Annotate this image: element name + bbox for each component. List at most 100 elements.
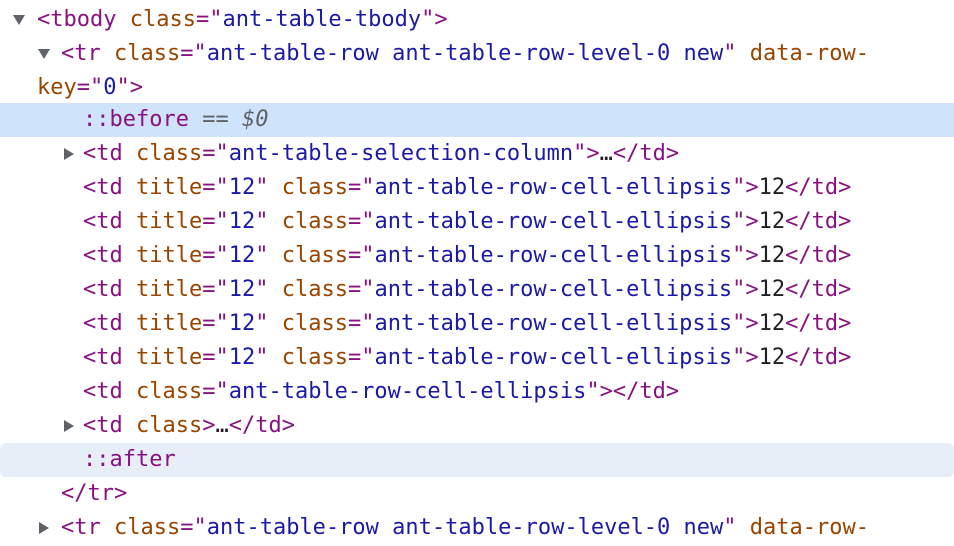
tag-token: " [255, 209, 282, 234]
expand-triangle-right-icon[interactable] [37, 511, 51, 545]
node-markup: <td title="12" class="ant-table-row-cell… [83, 205, 851, 239]
attribute-value: 12 [228, 209, 256, 234]
node-markup: <td title="12" class="ant-table-row-cell… [83, 171, 851, 205]
dom-node-line[interactable]: <td title="12" class="ant-table-row-cell… [0, 307, 954, 341]
expand-triangle-down-icon[interactable] [37, 37, 51, 71]
node-markup: </tr> [61, 477, 127, 511]
node-markup: <td title="12" class="ant-table-row-cell… [83, 307, 851, 341]
tag-token: =" [202, 277, 229, 302]
text-node: … [599, 141, 613, 166]
tag-token: =" [180, 515, 207, 540]
attribute-value: ant-table-selection-column [228, 141, 574, 166]
tag-token: <td [83, 141, 136, 166]
node-markup: <td title="12" class="ant-table-row-cell… [83, 273, 851, 307]
attribute-value: 12 [228, 175, 256, 200]
attribute-name: data-row- [749, 41, 869, 66]
tag-token: <td [83, 413, 136, 438]
tag-token: " [255, 175, 282, 200]
attribute-name: class [129, 7, 196, 32]
tag-token: =" [202, 141, 229, 166]
attribute-value: 12 [228, 311, 256, 336]
attribute-value: 12 [228, 277, 256, 302]
tag-token: =" [347, 277, 375, 302]
dom-node-line[interactable]: <tbody class="ant-table-tbody"> [0, 3, 954, 37]
attribute-name: title [135, 209, 203, 234]
dom-node-line[interactable]: </tr> [0, 477, 954, 511]
attribute-value: ant-table-row ant-table-row-level-0 new [206, 515, 724, 540]
attribute-name: class [281, 311, 348, 336]
attribute-value: ant-table-row-cell-ellipsis [228, 379, 587, 404]
dom-node-line[interactable]: ::after [0, 443, 954, 477]
tag-token: " [255, 243, 282, 268]
tag-token: " [723, 515, 750, 540]
dom-node-line[interactable]: <td title="12" class="ant-table-row-cell… [0, 341, 954, 375]
tag-token: =" [202, 175, 229, 200]
attribute-name: title [135, 345, 203, 370]
pseudo-element: ::before [83, 107, 189, 132]
tag-token: </td> [785, 243, 852, 268]
attribute-name: data-row- [749, 515, 869, 540]
node-markup: <td title="12" class="ant-table-row-cell… [83, 239, 851, 273]
dom-node-line[interactable]: <td class="ant-table-selection-column">…… [0, 137, 954, 171]
tag-token: </td> [785, 345, 852, 370]
tag-token: =" [202, 209, 229, 234]
node-markup: <td class="ant-table-selection-column">…… [83, 137, 679, 171]
tag-token: "> [116, 75, 144, 100]
tag-token: " [255, 277, 282, 302]
dom-node-line[interactable]: <tr class="ant-table-row ant-table-row-l… [0, 511, 954, 545]
dom-tree-panel[interactable]: <tbody class="ant-table-tbody"> <tr class… [0, 0, 954, 546]
node-markup: key="0"> [37, 71, 143, 105]
dom-node-line[interactable]: ::before == $0 [0, 103, 954, 137]
tag-token: <td [83, 209, 136, 234]
attribute-name: class [135, 413, 203, 438]
text-node: … [215, 413, 229, 438]
dom-node-line[interactable]: <td title="12" class="ant-table-row-cell… [0, 205, 954, 239]
text-node: 12 [758, 311, 786, 336]
tag-token: =" [347, 345, 375, 370]
attribute-value: ant-table-tbody [222, 7, 422, 32]
dom-node-line[interactable]: key="0"> [0, 71, 954, 105]
tag-token: "> [573, 141, 600, 166]
tag-token: "> [421, 7, 448, 32]
dom-node-line[interactable]: <td title="12" class="ant-table-row-cell… [0, 273, 954, 307]
tag-token: <td [83, 175, 136, 200]
tag-token: =" [76, 75, 104, 100]
expand-triangle-right-icon[interactable] [62, 409, 76, 443]
node-markup: <td class>…</td> [83, 409, 295, 443]
attribute-value: ant-table-row-cell-ellipsis [374, 311, 733, 336]
tag-token: =" [180, 41, 207, 66]
attribute-value: 0 [103, 75, 117, 100]
dom-node-line[interactable]: <tr class="ant-table-row ant-table-row-l… [0, 37, 954, 71]
node-markup: ::after [83, 443, 176, 477]
node-markup: <tr class="ant-table-row ant-table-row-l… [61, 511, 869, 545]
dom-node-line[interactable]: <td class="ant-table-row-cell-ellipsis">… [0, 375, 954, 409]
attribute-name: class [281, 243, 348, 268]
tag-token: <tbody [37, 7, 130, 32]
tag-token: =" [202, 379, 229, 404]
dom-node-line[interactable]: <td class>…</td> [0, 409, 954, 443]
pseudo-element: ::after [83, 447, 176, 472]
text-node: 12 [758, 175, 786, 200]
attribute-name: class [281, 209, 348, 234]
attribute-value: 12 [228, 243, 256, 268]
attribute-name: title [135, 311, 203, 336]
attribute-value: ant-table-row-cell-ellipsis [374, 277, 733, 302]
tag-token: </td> [228, 413, 295, 438]
dom-node-line[interactable]: <td title="12" class="ant-table-row-cell… [0, 239, 954, 273]
expand-triangle-down-icon[interactable] [12, 3, 26, 37]
tag-token: "></td> [586, 379, 680, 404]
text-node: 12 [758, 243, 786, 268]
expand-triangle-right-icon[interactable] [62, 137, 76, 171]
tag-token: =" [202, 243, 229, 268]
tag-token: <td [83, 243, 136, 268]
attribute-value: ant-table-row-cell-ellipsis [374, 345, 733, 370]
tag-token: <td [83, 311, 136, 336]
tag-token: <td [83, 277, 136, 302]
node-markup: <td title="12" class="ant-table-row-cell… [83, 341, 851, 375]
node-markup: <td class="ant-table-row-cell-ellipsis">… [83, 375, 679, 409]
tag-token: <td [83, 379, 136, 404]
attribute-value: ant-table-row-cell-ellipsis [374, 209, 733, 234]
tag-token: > [202, 413, 216, 438]
attribute-value: ant-table-row-cell-ellipsis [374, 243, 733, 268]
dom-node-line[interactable]: <td title="12" class="ant-table-row-cell… [0, 171, 954, 205]
